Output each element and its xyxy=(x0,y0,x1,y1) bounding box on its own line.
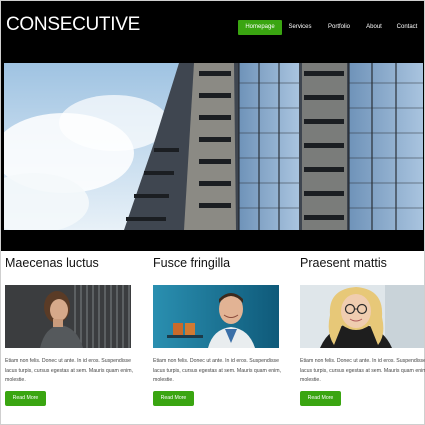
site-logo[interactable]: CONSECUTIVE xyxy=(6,14,140,36)
column-title: Fusce fringilla xyxy=(153,256,231,270)
nav-item-services[interactable]: Services xyxy=(287,20,313,35)
read-more-button[interactable]: Read More xyxy=(153,391,194,406)
column-text: Etiam non felis. Donec ut ante. In id er… xyxy=(5,358,134,383)
blonde-woman-photo xyxy=(300,285,424,348)
nav-item-contact[interactable]: Contact xyxy=(395,20,419,35)
column-title: Praesent mattis xyxy=(300,256,387,270)
hero-building-image xyxy=(4,63,423,230)
column-text: Etiam non felis. Donec ut ante. In id er… xyxy=(300,358,425,383)
read-more-button[interactable]: Read More xyxy=(5,391,46,406)
nav-item-portfolio[interactable]: Portfolio xyxy=(326,20,352,35)
smiling-man-photo xyxy=(153,285,279,348)
nav-item-about[interactable]: About xyxy=(363,20,385,35)
woman-at-desk-photo xyxy=(5,285,131,348)
nav-item-homepage[interactable]: Homepage xyxy=(238,20,282,35)
column-text: Etiam non felis. Donec ut ante. In id er… xyxy=(153,358,282,383)
read-more-button[interactable]: Read More xyxy=(300,391,341,406)
feature-column-2: Fusce fringilla Etiam non felis. Donec u… xyxy=(153,256,281,406)
column-title: Maecenas luctus xyxy=(5,256,99,270)
feature-column-1: Maecenas luctus Etiam non felis. Donec u… xyxy=(5,256,133,406)
feature-column-3: Praesent mattis Etiam non felis. Donec u… xyxy=(300,256,425,406)
